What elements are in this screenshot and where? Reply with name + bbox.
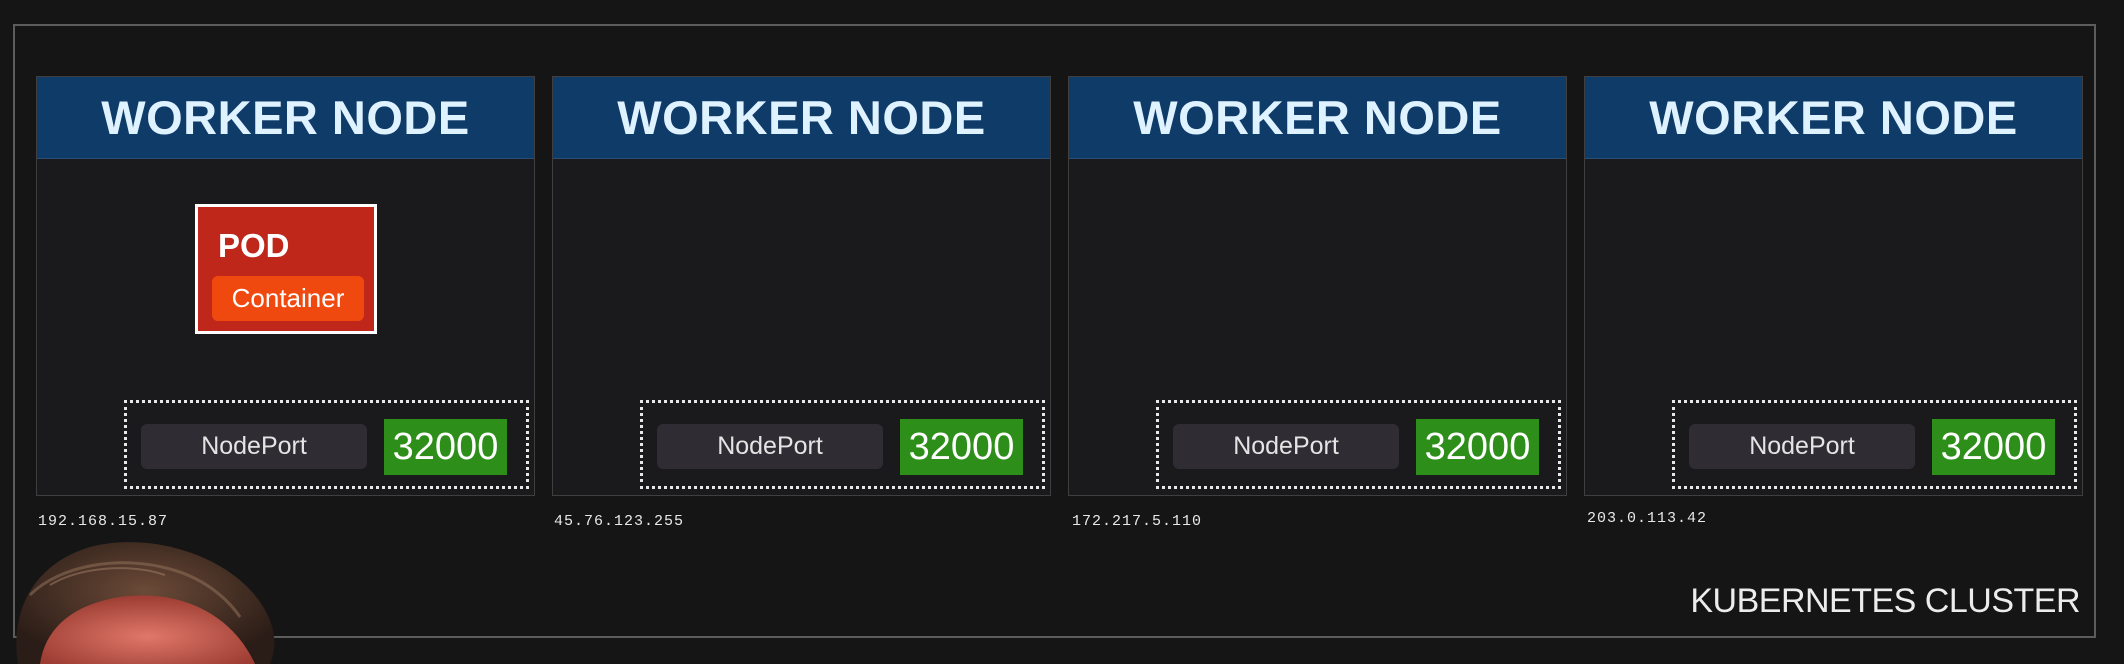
worker-node-2: WORKER NODE NodePort 32000 [552, 76, 1051, 496]
worker-node-4-nodeport-service: NodePort 32000 [1672, 400, 2077, 489]
worker-node-4-header: WORKER NODE [1585, 77, 2082, 159]
worker-node-3-nodeport-service: NodePort 32000 [1156, 400, 1561, 489]
worker-node-2-port: 32000 [900, 419, 1023, 475]
worker-node-4-title: WORKER NODE [1649, 91, 2018, 144]
worker-node-1: WORKER NODE POD Container NodePort 32000 [36, 76, 535, 496]
presenter-webcam [0, 525, 290, 664]
worker-node-4-port: 32000 [1932, 419, 2055, 475]
worker-node-2-nodeport-service: NodePort 32000 [640, 400, 1045, 489]
presenter-avatar-icon [16, 542, 275, 664]
container: Container [212, 276, 364, 321]
worker-node-1-title: WORKER NODE [101, 91, 470, 144]
worker-node-1-nodeport-label: NodePort [141, 424, 367, 469]
worker-node-3-port: 32000 [1416, 419, 1539, 475]
worker-node-1-port: 32000 [384, 419, 507, 475]
worker-node-3-ip: 172.217.5.110 [1072, 513, 1203, 530]
cluster-label: KUBERNETES CLUSTER [1690, 582, 2080, 620]
worker-node-3-header: WORKER NODE [1069, 77, 1566, 159]
worker-node-3-title: WORKER NODE [1133, 91, 1502, 144]
worker-node-4-nodeport-label: NodePort [1689, 424, 1915, 469]
worker-node-1-nodeport-service: NodePort 32000 [124, 400, 529, 489]
worker-node-4: WORKER NODE NodePort 32000 [1584, 76, 2083, 496]
pod: POD Container [195, 204, 377, 334]
worker-node-3: WORKER NODE NodePort 32000 [1068, 76, 1567, 496]
worker-node-3-nodeport-label: NodePort [1173, 424, 1399, 469]
pod-title: POD [218, 227, 290, 264]
worker-node-2-header: WORKER NODE [553, 77, 1050, 159]
worker-node-4-ip: 203.0.113.42 [1587, 510, 1708, 527]
worker-node-2-nodeport-label: NodePort [657, 424, 883, 469]
worker-node-2-title: WORKER NODE [617, 91, 986, 144]
worker-node-1-header: WORKER NODE [37, 77, 534, 159]
worker-node-2-ip: 45.76.123.255 [554, 513, 685, 530]
diagram-stage: WORKER NODE POD Container NodePort 32000… [0, 0, 2124, 664]
